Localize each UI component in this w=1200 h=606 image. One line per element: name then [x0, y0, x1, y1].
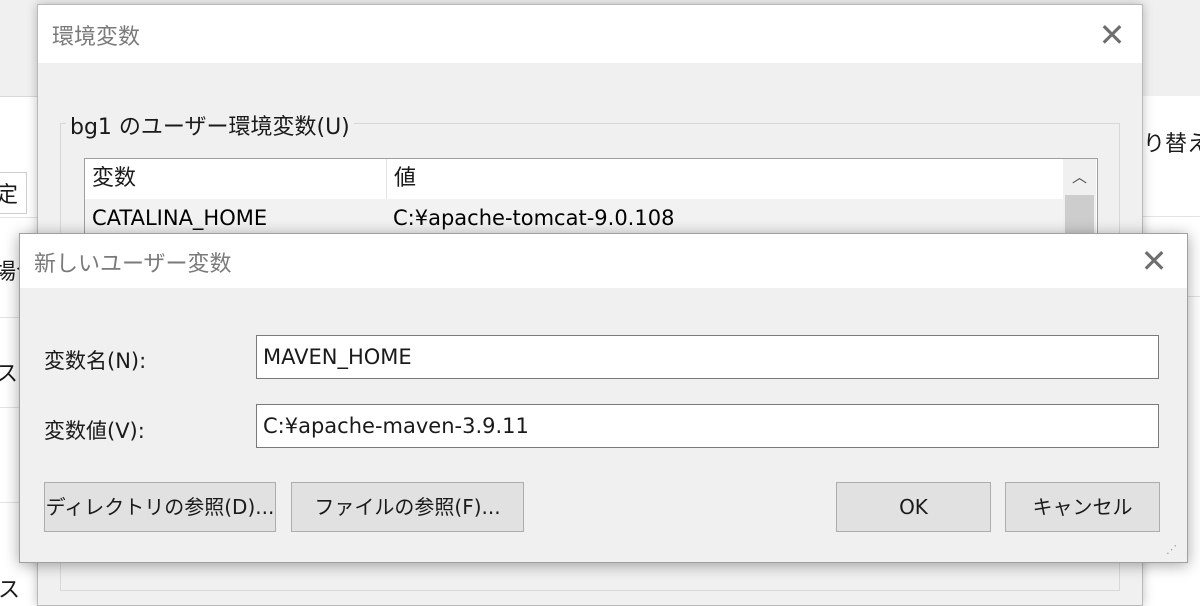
background-text-fragment: り替え	[1143, 132, 1200, 157]
browse-file-button[interactable]: ファイルの参照(F)...	[291, 482, 524, 532]
column-header-value[interactable]: 値	[387, 159, 1063, 199]
background-text-fragment: ス	[0, 578, 21, 603]
env-window-title: 環境変数	[52, 25, 141, 50]
new-user-variable-dialog: 新しいユーザー変数 ✕ 変数名(N): 変数値(V): ディレクトリの参照(D)…	[19, 233, 1188, 563]
variable-value-input[interactable]	[256, 404, 1159, 448]
scroll-up-icon[interactable]: ︿	[1063, 159, 1096, 195]
background-tab-label: 定	[0, 183, 19, 208]
cancel-button[interactable]: キャンセル	[1005, 482, 1160, 532]
ok-button[interactable]: OK	[836, 482, 991, 532]
env-window-close-icon[interactable]: ✕	[1092, 15, 1132, 55]
variable-name-label: 変数名(N):	[44, 349, 147, 373]
background-tab[interactable]: 定	[0, 172, 27, 214]
divider	[0, 217, 38, 218]
variable-value-cell: C:¥apache-tomcat-9.0.108	[393, 206, 675, 230]
column-header-variable[interactable]: 変数	[85, 159, 387, 199]
variable-name-cell: CATALINA_HOME	[92, 206, 268, 230]
dialog-titlebar[interactable]: 新しいユーザー変数 ✕	[20, 234, 1187, 288]
dialog-title: 新しいユーザー変数	[34, 252, 232, 277]
dialog-close-icon[interactable]: ✕	[1134, 241, 1174, 281]
divider	[1141, 216, 1200, 217]
env-window-titlebar[interactable]: 環境変数 ✕	[38, 5, 1142, 63]
variable-name-input[interactable]	[256, 335, 1159, 379]
table-row[interactable]: CATALINA_HOME C:¥apache-tomcat-9.0.108	[85, 199, 1063, 237]
variable-value-label: 変数値(V):	[44, 419, 145, 443]
browse-directory-button[interactable]: ディレクトリの参照(D)...	[44, 482, 276, 532]
resize-grip-icon[interactable]: ⋰	[1166, 542, 1182, 558]
user-variables-group-label: bg1 のユーザー環境変数(U)	[66, 109, 354, 141]
